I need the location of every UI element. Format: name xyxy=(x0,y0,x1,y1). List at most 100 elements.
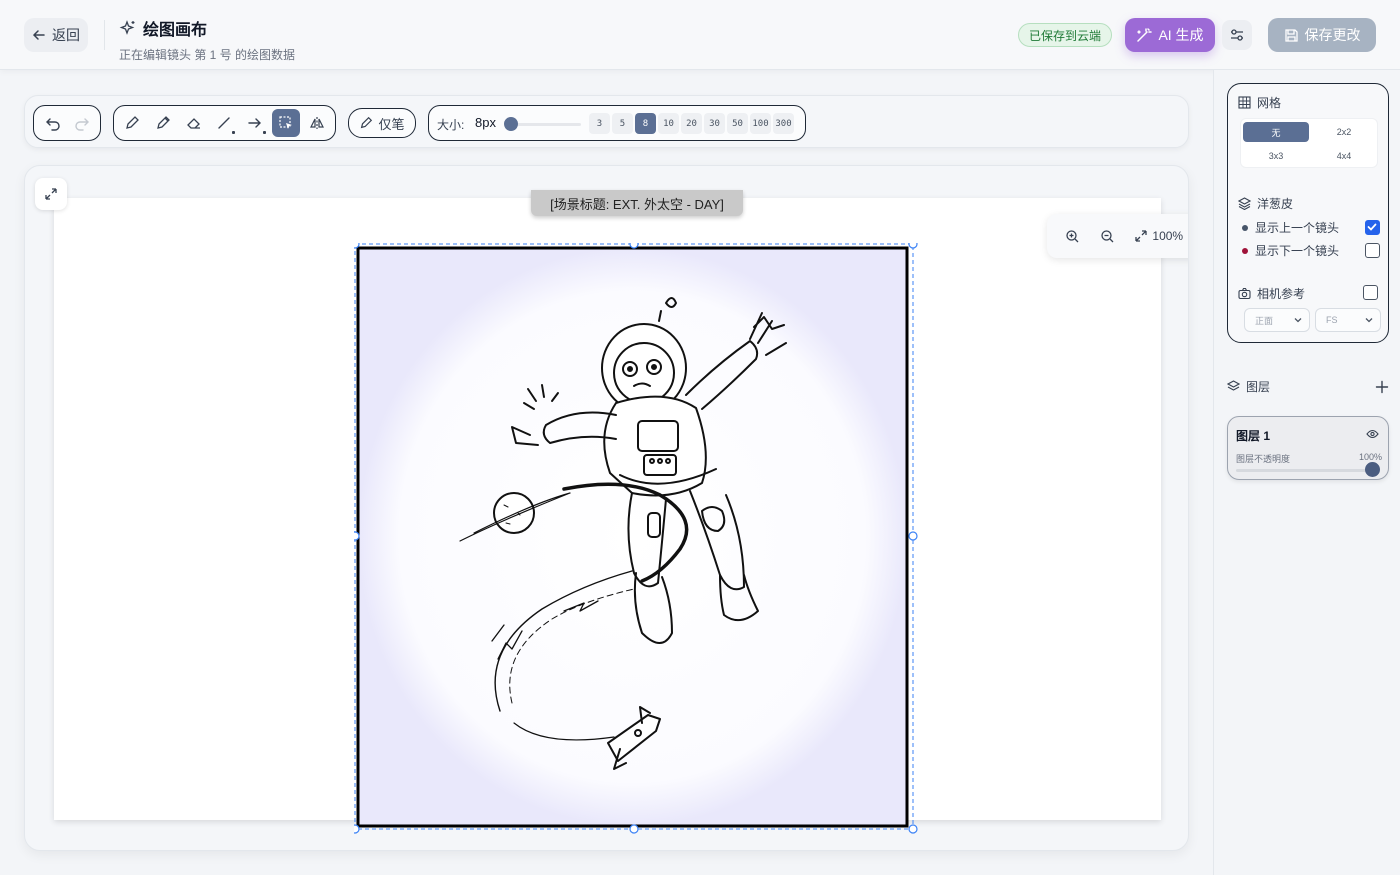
camera-shot-value: FS xyxy=(1326,315,1338,325)
line-tool-button[interactable] xyxy=(210,109,238,137)
flip-tool-button[interactable] xyxy=(303,109,331,137)
camera-ref-checkbox[interactable] xyxy=(1363,285,1378,300)
undo-icon xyxy=(45,118,60,131)
back-label: 返回 xyxy=(52,27,80,43)
camera-title: 相机参考 xyxy=(1257,287,1306,301)
grid-options: 无 2x2 3x3 4x4 xyxy=(1240,118,1378,168)
grid-icon xyxy=(1238,96,1251,109)
magic-wand-icon xyxy=(1137,28,1153,42)
arrow-left-icon xyxy=(32,30,45,40)
saved-status-badge: 已保存到云端 xyxy=(1018,23,1113,47)
size-preset-50[interactable]: 50 xyxy=(727,113,748,134)
size-preset-3[interactable]: 3 xyxy=(589,113,610,134)
back-button[interactable]: 返回 xyxy=(24,18,88,52)
onion-next-row[interactable]: 显示下一个镜头 xyxy=(1242,242,1380,259)
astronaut-drawing[interactable] xyxy=(354,243,922,837)
size-preset-30[interactable]: 30 xyxy=(704,113,725,134)
size-slider-handle[interactable] xyxy=(504,117,518,131)
submenu-indicator xyxy=(232,131,236,134)
line-icon xyxy=(218,117,231,129)
eraser-icon xyxy=(186,118,200,129)
size-slider-track[interactable] xyxy=(507,123,581,126)
layer-opacity-handle[interactable] xyxy=(1365,462,1380,477)
size-preset-20[interactable]: 20 xyxy=(681,113,702,134)
size-preset-10[interactable]: 10 xyxy=(658,113,679,134)
app-header: 返回 绘图画布 正在编辑镜头 第 1 号 的绘图数据 已保存到云端 AI 生成 … xyxy=(0,0,1400,70)
pencil-icon xyxy=(157,116,170,129)
drawing-toolbar: 仅笔 大小: 8px 3 5 8 10 20 30 50 100 300 xyxy=(24,95,1189,148)
camera-angle-select[interactable]: 正面 xyxy=(1244,308,1310,332)
arrow-tool-button[interactable] xyxy=(241,109,269,137)
camera-shot-select[interactable]: FS xyxy=(1315,308,1381,332)
onion-prev-row[interactable]: 显示上一个镜头 xyxy=(1242,219,1380,236)
layers-icon xyxy=(1238,197,1251,210)
select-tool-button[interactable] xyxy=(271,109,300,137)
onion-title: 洋葱皮 xyxy=(1257,197,1294,211)
camera-angle-value: 正面 xyxy=(1255,315,1274,326)
grid-option-3x3[interactable]: 3x3 xyxy=(1243,146,1309,166)
fullscreen-button[interactable] xyxy=(35,178,67,210)
plus-icon[interactable] xyxy=(1375,380,1389,394)
title-block: 绘图画布 正在编辑镜头 第 1 号 的绘图数据 xyxy=(119,16,295,63)
size-preset-100[interactable]: 100 xyxy=(750,113,771,134)
layer-opacity-track[interactable] xyxy=(1236,469,1376,472)
zoom-reset-button[interactable]: 100% xyxy=(1134,229,1183,243)
chevron-down-icon xyxy=(1365,318,1373,323)
size-preset-5[interactable]: 5 xyxy=(612,113,633,134)
redo-icon xyxy=(74,118,89,131)
size-preset-8[interactable]: 8 xyxy=(635,113,656,134)
size-preset-300[interactable]: 300 xyxy=(773,113,794,134)
layer-item[interactable]: 图层 1 图层不透明度 100% xyxy=(1227,416,1389,480)
onion-prev-checkbox[interactable] xyxy=(1365,220,1380,235)
zoom-out-button[interactable] xyxy=(1100,229,1115,244)
settings-button[interactable] xyxy=(1222,20,1252,50)
pen-icon xyxy=(361,116,373,129)
pen-only-toggle[interactable]: 仅笔 xyxy=(348,108,416,138)
save-label: 保存更改 xyxy=(1304,27,1361,43)
eraser-tool-button[interactable] xyxy=(180,109,208,137)
chevron-down-icon xyxy=(1294,318,1302,323)
grid-option-2x2[interactable]: 2x2 xyxy=(1311,122,1377,142)
ai-generate-label: AI 生成 xyxy=(1158,27,1204,43)
onion-prev-label: 显示上一个镜头 xyxy=(1255,221,1340,235)
size-label: 大小: xyxy=(437,118,465,132)
zoom-level: 100% xyxy=(1152,229,1184,243)
pencil-tool-button[interactable] xyxy=(149,109,177,137)
canvas-container: [场景标题: EXT. 外太空 - DAY] 100% xyxy=(24,165,1189,851)
onion-next-checkbox[interactable] xyxy=(1365,243,1380,258)
header-divider xyxy=(104,20,105,50)
page-subtitle: 正在编辑镜头 第 1 号 的绘图数据 xyxy=(119,48,296,62)
size-value: 8px xyxy=(475,115,496,130)
zoom-controls: 100% xyxy=(1047,214,1188,258)
expand-icon xyxy=(45,188,57,200)
submenu-indicator xyxy=(263,131,267,134)
redo-button[interactable] xyxy=(68,109,96,137)
view-options-card: 网格 无 2x2 3x3 4x4 洋葱皮 显示上一个镜头 显示下一个镜头 相机参… xyxy=(1227,83,1389,343)
next-color-dot xyxy=(1242,247,1248,254)
onion-next-label: 显示下一个镜头 xyxy=(1255,244,1340,258)
eye-icon[interactable] xyxy=(1366,429,1379,439)
right-panel: 网格 无 2x2 3x3 4x4 洋葱皮 显示上一个镜头 显示下一个镜头 相机参… xyxy=(1213,70,1400,875)
grid-option-none[interactable]: 无 xyxy=(1243,122,1309,142)
camera-icon xyxy=(1238,287,1251,300)
grid-option-4x4[interactable]: 4x4 xyxy=(1311,146,1377,166)
save-button[interactable]: 保存更改 xyxy=(1268,18,1376,52)
layers-icon xyxy=(1227,380,1240,391)
layer-opacity-value: 100% xyxy=(1358,452,1382,462)
save-icon xyxy=(1284,28,1298,42)
zoom-in-button[interactable] xyxy=(1065,229,1080,244)
sparkles-icon xyxy=(119,20,135,35)
ai-generate-button[interactable]: AI 生成 xyxy=(1125,18,1215,52)
maximize-icon xyxy=(1135,230,1148,242)
pen-icon xyxy=(126,116,140,129)
zoom-out-icon xyxy=(1100,229,1114,242)
undo-button[interactable] xyxy=(39,109,67,137)
tools-group xyxy=(113,105,336,141)
page-title: 绘图画布 xyxy=(143,22,208,39)
drawing-canvas[interactable]: [场景标题: EXT. 外太空 - DAY] 100% xyxy=(54,190,1188,834)
layers-title-group: 图层 xyxy=(1227,378,1270,395)
sliders-icon xyxy=(1231,29,1243,41)
scene-heading-tag: [场景标题: EXT. 外太空 - DAY] xyxy=(531,190,743,216)
brush-size-group: 大小: 8px 3 5 8 10 20 30 50 100 300 xyxy=(428,105,806,141)
pen-tool-button[interactable] xyxy=(118,109,146,137)
